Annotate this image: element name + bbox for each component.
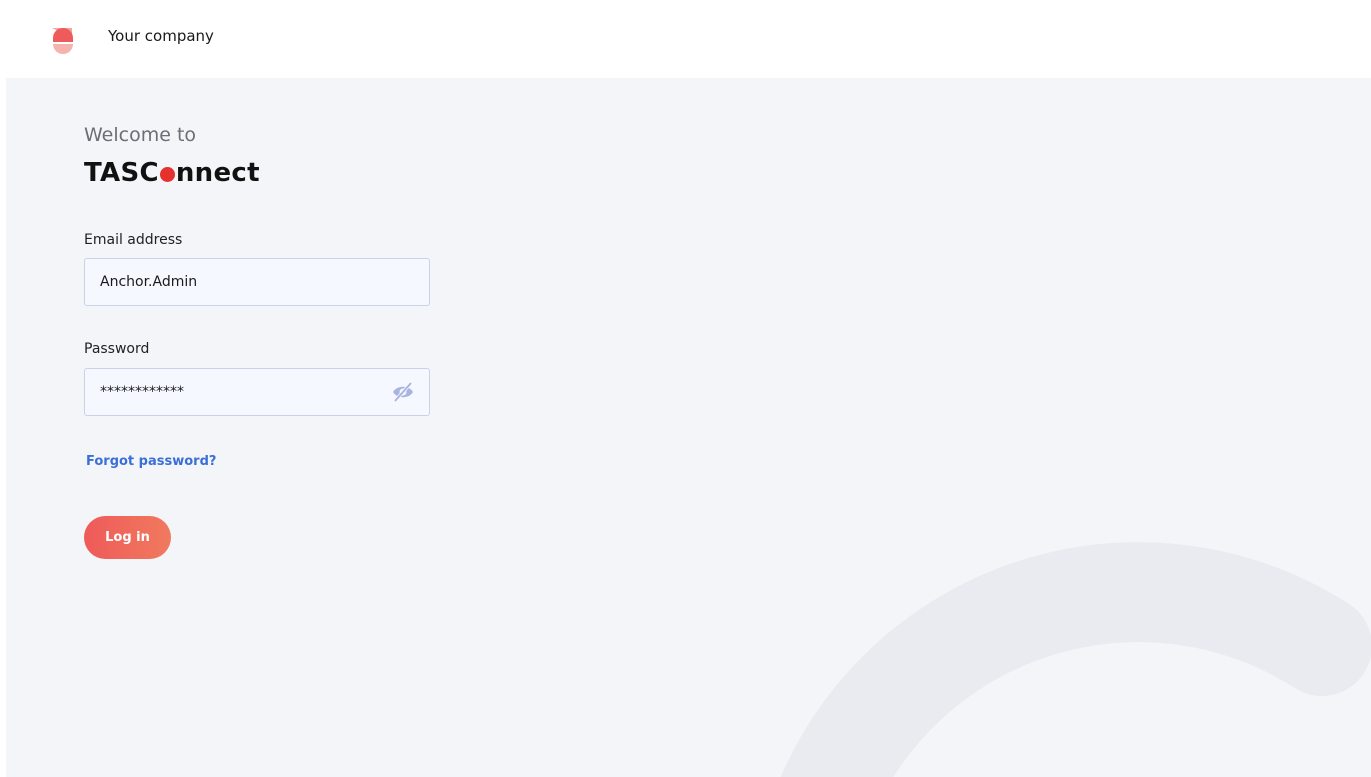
top-bar: Your company	[0, 0, 1371, 78]
email-field-container	[84, 258, 430, 306]
password-field[interactable]	[85, 369, 380, 415]
email-label: Email address	[84, 232, 183, 248]
login-button[interactable]: Log in	[84, 516, 171, 559]
password-field-container	[84, 368, 430, 416]
brand-prefix: TASC	[84, 158, 159, 188]
forgot-password-link[interactable]: Forgot password?	[86, 454, 216, 469]
company-name: Your company	[108, 27, 214, 45]
brand-logo: TASC nnect	[84, 158, 260, 188]
brand-dot-icon	[159, 166, 175, 182]
email-field[interactable]	[85, 259, 380, 305]
company-logo-icon[interactable]	[50, 26, 76, 60]
eye-off-icon[interactable]	[391, 381, 415, 403]
password-label: Password	[84, 341, 150, 357]
login-panel: Welcome to TASC nnect Email address Pass…	[6, 78, 1371, 777]
welcome-text: Welcome to	[84, 124, 197, 146]
brand-suffix: nnect	[175, 158, 260, 188]
